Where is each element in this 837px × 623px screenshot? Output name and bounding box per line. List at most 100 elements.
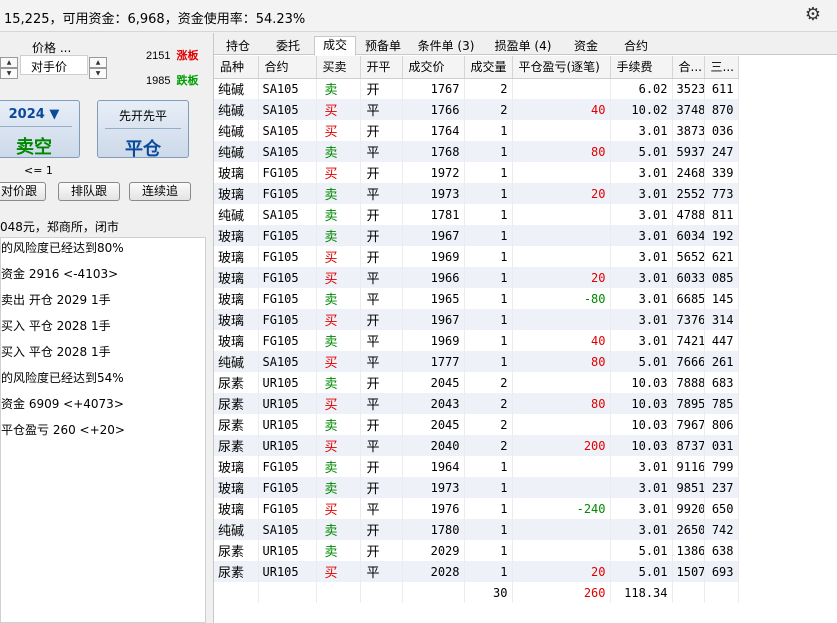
- volume-cell: 1: [464, 561, 513, 582]
- order-entry-panel: 价格 ... ▲ ▼ 对手价 ▲ ▼ 2151 涨板 1985 跌板 2024 ▼ …: [0, 33, 210, 623]
- column-header[interactable]: 开平: [360, 56, 403, 79]
- table-row[interactable]: 玻璃FG105卖开19731 3.0198511237: [214, 477, 739, 498]
- contract-cell: FG105: [258, 267, 317, 288]
- table-row[interactable]: 尿素UR105买平20281205.0115078693: [214, 561, 739, 582]
- price-type-down-arrow-icon[interactable]: ▼: [89, 68, 107, 79]
- pnl-cell: [512, 309, 611, 330]
- fee-cell: 5.01: [610, 351, 673, 372]
- limit-up-price: 2151: [146, 50, 171, 62]
- column-header[interactable]: 合...: [672, 56, 705, 79]
- fee-cell: 6.02: [610, 78, 673, 99]
- tab-contracts[interactable]: 合约: [614, 37, 658, 55]
- column-header[interactable]: 合约: [258, 56, 317, 79]
- column-header[interactable]: 三...: [704, 56, 739, 79]
- table-row[interactable]: 纯碱 SA105 卖开 1780 1 3.01 2650 742: [214, 519, 739, 540]
- pnl-cell: 80: [512, 141, 611, 162]
- limit-up[interactable]: 2151 涨板: [146, 47, 198, 63]
- fee-cell: 10.03: [610, 435, 673, 456]
- close-position-button[interactable]: 先开先平 平仓: [97, 100, 189, 160]
- volume-cell: 2: [464, 414, 513, 435]
- table-row[interactable]: 纯碱SA105买平17771805.0176667261: [214, 351, 739, 372]
- table-row[interactable]: 纯碱SA105买平176624010.0237483870: [214, 99, 739, 120]
- price-cell: 1781: [402, 204, 465, 225]
- table-row[interactable]: 尿素UR105买平2040220010.0387370031: [214, 435, 739, 456]
- volume-cell: 2: [464, 435, 513, 456]
- product-cell: 纯碱: [214, 78, 259, 99]
- table-row[interactable]: 尿素UR105卖开20452 10.0378880683: [214, 372, 739, 393]
- table-header: 品种 合约 买卖 开平 成交价 成交量 平仓盈亏(逐笔) 手续费 合... 三...: [214, 56, 739, 79]
- table-row[interactable]: 玻璃FG105买平19661203.0160331085: [214, 267, 739, 288]
- extra-cell-1: 73763: [672, 309, 705, 330]
- gear-icon[interactable]: ⚙: [803, 5, 823, 25]
- table-row[interactable]: 玻璃FG105卖平19651-803.0166854145: [214, 288, 739, 309]
- column-header[interactable]: 成交量: [464, 56, 513, 79]
- open-close-cell: 平: [360, 330, 403, 351]
- price-cell: 1964: [402, 456, 465, 477]
- extra-cell-2: 806: [704, 414, 739, 435]
- table-row[interactable]: 玻璃FG105买开19671 3.0173763314: [214, 309, 739, 330]
- table-row[interactable]: 玻璃FG105买开19691 3.0156523621: [214, 246, 739, 267]
- extra-cell-2: 693: [704, 561, 739, 582]
- contract-cell: UR105: [258, 414, 317, 435]
- price-input[interactable]: 对手价: [20, 55, 88, 75]
- contract-cell: FG105: [258, 498, 317, 519]
- table-row[interactable]: 玻璃FG105卖开19641 3.0191167799: [214, 456, 739, 477]
- sell-short-button[interactable]: 2024 ▼ 卖空: [0, 100, 80, 158]
- extra-cell-1: 60331: [672, 267, 705, 288]
- table-row[interactable]: 尿素UR105买平204328010.0378959785: [214, 393, 739, 414]
- extra-cell-1: 56523: [672, 246, 705, 267]
- price-type-up-arrow-icon[interactable]: ▲: [89, 57, 107, 68]
- column-header[interactable]: 成交价: [402, 56, 465, 79]
- table-row[interactable]: 纯碱SA105卖平17681805.0159371247: [214, 141, 739, 162]
- table-row[interactable]: 玻璃FG105卖平19731203.0125524773: [214, 183, 739, 204]
- column-header[interactable]: 品种: [214, 56, 259, 79]
- open-close-cell: 开: [360, 372, 403, 393]
- tab-trades[interactable]: 成交: [314, 36, 356, 56]
- continuous-chase-button[interactable]: 连续追: [129, 182, 191, 201]
- pnl-cell: [512, 456, 611, 477]
- extra-cell-2: 742: [704, 519, 739, 540]
- column-header[interactable]: 手续费: [610, 56, 673, 79]
- queue-follow-button[interactable]: 排队跟: [58, 182, 120, 201]
- tab-prepared-orders[interactable]: 预备单: [362, 37, 404, 55]
- table-row[interactable]: 玻璃FG105买平19761-2403.0199202650: [214, 498, 739, 519]
- side-cell: 卖: [316, 456, 361, 477]
- price-cell: 2029: [402, 540, 465, 561]
- column-header[interactable]: 买卖: [316, 56, 361, 79]
- pnl-cell: [512, 372, 611, 393]
- product-cell: 玻璃: [214, 477, 259, 498]
- tab-funds[interactable]: 资金: [566, 37, 606, 55]
- contract-cell: FG105: [258, 183, 317, 204]
- table-row[interactable]: 纯碱SA105买开17641 3.0138730036: [214, 120, 739, 141]
- tab-stop-orders[interactable]: 损盈单 (4): [488, 37, 558, 55]
- column-header[interactable]: 平仓盈亏(逐笔): [512, 56, 611, 79]
- tab-orders[interactable]: 委托: [266, 37, 310, 55]
- product-cell: 尿素: [214, 414, 259, 435]
- extra-cell-2: 870: [704, 99, 739, 120]
- table-row[interactable]: 玻璃FG105卖开19671 3.0160344192: [214, 225, 739, 246]
- log-line: 买入 平仓 2028 1手: [1, 345, 111, 359]
- table-row[interactable]: 尿素UR105卖开20291 5.0113865638: [214, 540, 739, 561]
- contract-cell: FG105: [258, 309, 317, 330]
- open-close-cell: 平: [360, 498, 403, 519]
- price-label[interactable]: 价格 ...: [32, 39, 71, 56]
- open-close-cell: 开: [360, 120, 403, 141]
- tab-conditional-orders[interactable]: 条件单 (3): [410, 37, 482, 55]
- counter-price-follow-button[interactable]: 对价跟: [0, 182, 46, 201]
- price-down-arrow-icon[interactable]: ▼: [0, 68, 18, 79]
- table-row[interactable]: 尿素UR105卖开20452 10.0379679806: [214, 414, 739, 435]
- extra-cell-2: 237: [704, 477, 739, 498]
- side-cell: 卖: [316, 519, 361, 540]
- table-row[interactable]: 纯碱SA105卖开17672 6.0235231611: [214, 78, 739, 99]
- product-cell: 纯碱: [214, 204, 259, 225]
- tab-positions[interactable]: 持仓: [218, 37, 258, 55]
- price-up-arrow-icon[interactable]: ▲: [0, 57, 18, 68]
- product-cell: 尿素: [214, 540, 259, 561]
- sell-price: 2024 ▼: [8, 107, 60, 122]
- limit-down[interactable]: 1985 跌板: [146, 72, 198, 88]
- table-row[interactable]: 玻璃FG105买开19721 3.0124682339: [214, 162, 739, 183]
- table-row[interactable]: 纯碱SA105卖开17811 3.0147882811: [214, 204, 739, 225]
- open-close-cell: 开: [360, 309, 403, 330]
- fee-cell: 3.01: [610, 120, 673, 141]
- table-row[interactable]: 玻璃FG105卖平19691403.0174210447: [214, 330, 739, 351]
